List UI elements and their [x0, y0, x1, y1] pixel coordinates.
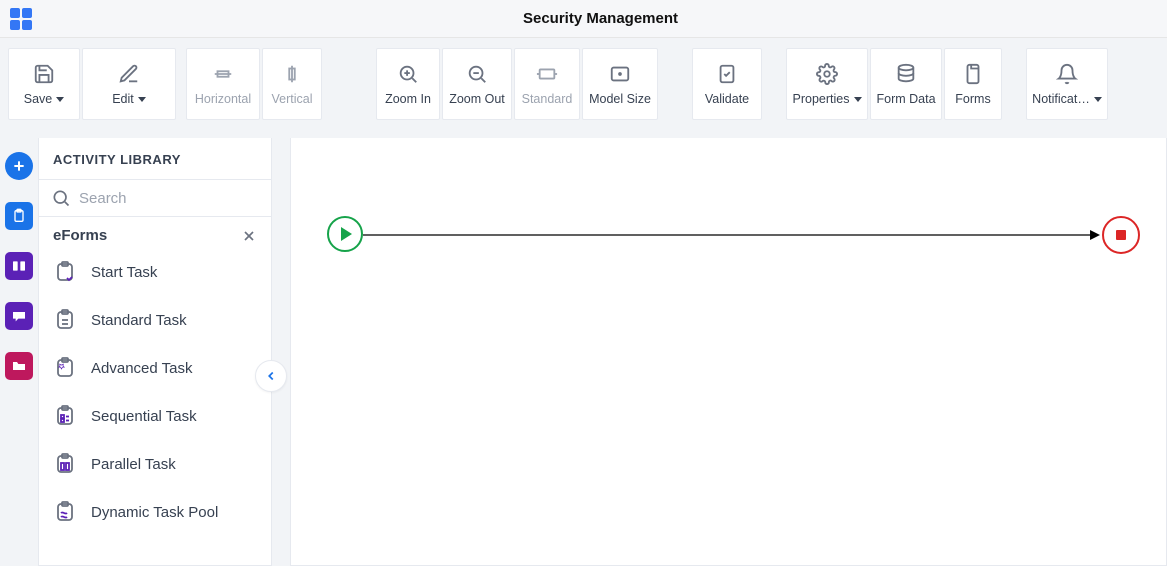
page-title: Security Management: [34, 10, 1167, 27]
main-area: ACTIVITY LIBRARY eForms Start Task Stand…: [0, 120, 1167, 566]
chevron-down-icon: [56, 97, 64, 102]
activity-item-standard-task[interactable]: Standard Task: [39, 296, 271, 344]
panel-title: ACTIVITY LIBRARY: [39, 138, 271, 179]
search-icon: [51, 188, 71, 208]
activity-item-label: Parallel Task: [91, 456, 176, 473]
activity-item-label: Advanced Task: [91, 360, 192, 377]
form-data-label: Form Data: [876, 92, 935, 106]
task-icon: [53, 260, 77, 284]
rail-add-button[interactable]: [5, 152, 33, 180]
zoom-model-size-button[interactable]: Model Size: [582, 48, 658, 120]
zoom-in-icon: [396, 62, 420, 86]
activity-item-label: Start Task: [91, 264, 157, 281]
zoom-out-label: Zoom Out: [449, 92, 505, 106]
save-button[interactable]: Save: [8, 48, 80, 120]
zoom-out-icon: [465, 62, 489, 86]
stop-icon: [1116, 230, 1126, 240]
task-icon: [53, 452, 77, 476]
workflow-canvas[interactable]: [290, 138, 1167, 566]
activity-item-parallel-task[interactable]: Parallel Task: [39, 440, 271, 488]
align-vertical-button[interactable]: Vertical: [262, 48, 322, 120]
activity-item-dynamic-task-pool[interactable]: Dynamic Task Pool: [39, 488, 271, 536]
chevron-down-icon: [854, 97, 862, 102]
vertical-label: Vertical: [272, 92, 313, 106]
form-data-button[interactable]: Form Data: [870, 48, 942, 120]
forms-button[interactable]: Forms: [944, 48, 1002, 120]
collapse-panel-button[interactable]: [255, 360, 287, 392]
align-horizontal-button[interactable]: Horizontal: [186, 48, 260, 120]
properties-button[interactable]: Properties: [786, 48, 868, 120]
flow-edge[interactable]: [363, 234, 1100, 236]
align-horizontal-icon: [211, 62, 235, 86]
zoom-in-label: Zoom In: [385, 92, 431, 106]
rail-clipboard-button[interactable]: [5, 202, 33, 230]
activity-item-start-task[interactable]: Start Task: [39, 248, 271, 296]
close-icon[interactable]: [241, 228, 257, 244]
edit-button[interactable]: Edit: [82, 48, 176, 120]
align-vertical-icon: [280, 62, 304, 86]
model-size-label: Model Size: [589, 92, 651, 106]
rail-comments-button[interactable]: [5, 302, 33, 330]
bell-icon: [1055, 62, 1079, 86]
search-input[interactable]: [79, 190, 259, 207]
properties-label: Properties: [793, 92, 850, 106]
category-label: eForms: [53, 227, 107, 244]
category-header[interactable]: eForms: [39, 217, 271, 248]
database-icon: [894, 62, 918, 86]
rail-variables-button[interactable]: [5, 252, 33, 280]
notifications-label: Notificat…: [1032, 92, 1090, 106]
edit-label: Edit: [112, 92, 134, 106]
notifications-button[interactable]: Notificat…: [1026, 48, 1108, 120]
validate-icon: [715, 62, 739, 86]
side-rail: [0, 120, 38, 566]
forms-icon: [961, 62, 985, 86]
gear-icon: [815, 62, 839, 86]
play-icon: [341, 227, 352, 241]
zoom-out-button[interactable]: Zoom Out: [442, 48, 512, 120]
task-icon: [53, 308, 77, 332]
edit-icon: [117, 62, 141, 86]
task-icon: [53, 356, 77, 380]
activity-item-label: Sequential Task: [91, 408, 197, 425]
model-size-icon: [608, 62, 632, 86]
search-row: [39, 180, 271, 217]
start-node[interactable]: [327, 216, 363, 252]
activity-item-label: Dynamic Task Pool: [91, 504, 218, 521]
task-icon: [53, 500, 77, 524]
toolbar: Save Edit Horizontal Vertical Zoom In Zo…: [0, 38, 1167, 120]
activity-item-label: Standard Task: [91, 312, 187, 329]
validate-label: Validate: [705, 92, 749, 106]
save-label: Save: [24, 92, 53, 106]
app-logo-icon[interactable]: [8, 6, 34, 32]
end-node[interactable]: [1102, 216, 1140, 254]
standard-label: Standard: [522, 92, 573, 106]
standard-icon: [535, 62, 559, 86]
validate-button[interactable]: Validate: [692, 48, 762, 120]
task-icon: [53, 404, 77, 428]
horizontal-label: Horizontal: [195, 92, 251, 106]
activity-item-sequential-task[interactable]: Sequential Task: [39, 392, 271, 440]
activity-item-advanced-task[interactable]: Advanced Task: [39, 344, 271, 392]
zoom-in-button[interactable]: Zoom In: [376, 48, 440, 120]
chevron-down-icon: [1094, 97, 1102, 102]
chevron-down-icon: [138, 97, 146, 102]
activity-library-panel: ACTIVITY LIBRARY eForms Start Task Stand…: [38, 138, 272, 566]
title-bar: Security Management: [0, 0, 1167, 38]
rail-folder-button[interactable]: [5, 352, 33, 380]
forms-label: Forms: [955, 92, 990, 106]
zoom-standard-button[interactable]: Standard: [514, 48, 580, 120]
save-icon: [32, 62, 56, 86]
